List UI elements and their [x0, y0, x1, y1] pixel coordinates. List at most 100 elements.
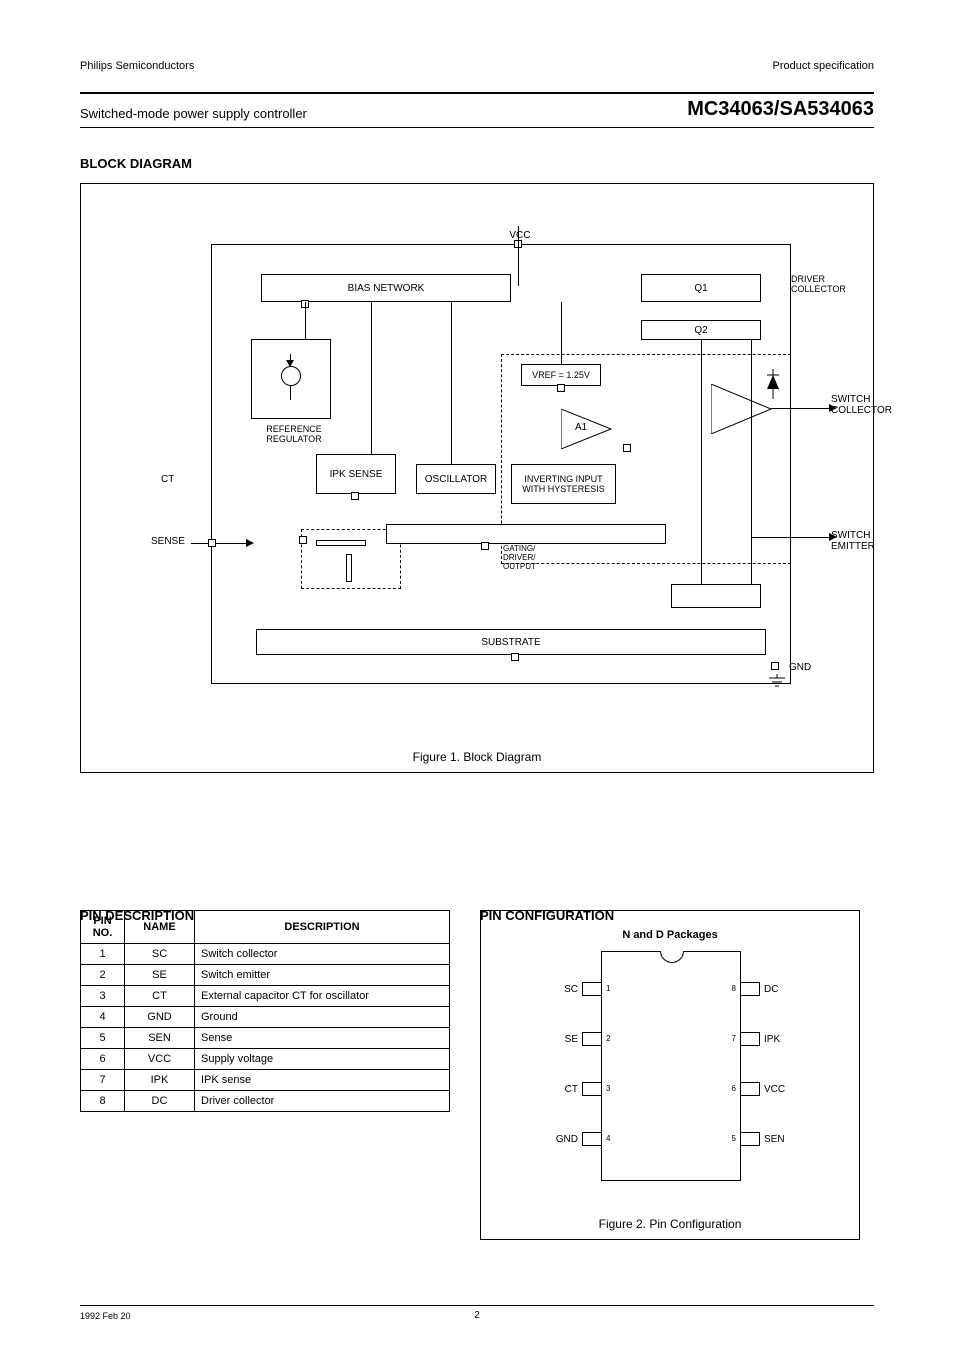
pin-num: 1 — [606, 984, 610, 993]
table-row: 8 DC Driver collector — [81, 1091, 450, 1112]
pin-num: 8 — [732, 984, 736, 993]
pin-substrate — [511, 653, 519, 661]
cell: Switch emitter — [195, 965, 450, 986]
footer-date: 1992 Feb 20 — [80, 1311, 131, 1321]
pin-leg-icon — [582, 1032, 602, 1046]
pin-leg-icon — [582, 1132, 602, 1146]
th-desc: DESCRIPTION — [195, 911, 450, 944]
table-row: 1 SC Switch collector — [81, 944, 450, 965]
pin-label-ct: CT — [161, 474, 174, 485]
pin-leg-icon — [740, 1032, 760, 1046]
block-q2: Q2 — [641, 320, 761, 340]
pin-name: GND — [538, 1134, 578, 1145]
block-bus — [386, 524, 666, 544]
table-row: 2 SE Switch emitter — [81, 965, 450, 986]
pin-label-sc: SWITCH COLLECTOR — [831, 394, 911, 416]
pin-num: 4 — [606, 1134, 610, 1143]
block-diagram-frame: VCC BIAS NETWORK Q1 Q2 REFERENCE REGULAT… — [80, 183, 874, 773]
footer-page: 2 — [0, 1310, 954, 1321]
pin-num: 2 — [606, 1034, 610, 1043]
pin-label-gnd: GND — [789, 662, 811, 673]
pin-label-dc: DRIVER COLLECTOR — [791, 274, 871, 294]
pin-label-se: SWITCH EMITTER — [831, 530, 911, 552]
cell: 2 — [81, 965, 125, 986]
pin-leg-icon — [740, 982, 760, 996]
pin-leg-icon — [740, 1082, 760, 1096]
part-number: MC34063/SA534063 — [687, 98, 874, 121]
figure1-caption: Figure 1. Block Diagram — [81, 750, 873, 764]
cell: 5 — [81, 1028, 125, 1049]
block-ipk: IPK SENSE — [316, 454, 396, 494]
table-row: 4 GND Ground — [81, 1007, 450, 1028]
table-header-row: PIN NO. NAME DESCRIPTION — [81, 911, 450, 944]
pin-name: IPK — [764, 1034, 804, 1045]
pin-name: SE — [538, 1034, 578, 1045]
cell: SEN — [125, 1028, 195, 1049]
block-bias: BIAS NETWORK — [261, 274, 511, 302]
cell: Supply voltage — [195, 1049, 450, 1070]
pin-name: DC — [764, 984, 804, 995]
cell: SC — [125, 944, 195, 965]
cell: 3 — [81, 986, 125, 1007]
pin-table: PIN NO. NAME DESCRIPTION 1 SC Switch col… — [80, 910, 450, 1112]
cell: 4 — [81, 1007, 125, 1028]
pin-name: CT — [538, 1084, 578, 1095]
label-refreg: REFERENCE REGULATOR — [249, 424, 339, 444]
table-row: 6 VCC Supply voltage — [81, 1049, 450, 1070]
label-gating: GATING/ DRIVER/ OUTPUT — [503, 544, 536, 571]
pin-num: 5 — [732, 1134, 736, 1143]
pin-num: 7 — [732, 1034, 736, 1043]
pin-leg-icon — [582, 1082, 602, 1096]
th-pin-no: PIN NO. — [81, 911, 125, 944]
cell: 7 — [81, 1070, 125, 1091]
block-lower-right — [671, 584, 761, 608]
pinout-frame: N and D Packages 1 2 3 4 8 7 6 5 SC SE C… — [480, 910, 860, 1240]
pin-num: 6 — [732, 1084, 736, 1093]
cell: External capacitor CT for oscillator — [195, 986, 450, 1007]
ground-icon — [767, 674, 787, 691]
diode-icon — [766, 369, 780, 402]
pin-num: 3 — [606, 1084, 610, 1093]
pin-ipk-node — [351, 492, 359, 500]
cell: GND — [125, 1007, 195, 1028]
pin-bus-node — [481, 542, 489, 550]
cell: CT — [125, 986, 195, 1007]
cell: VCC — [125, 1049, 195, 1070]
resistor-icon — [316, 540, 366, 546]
pin-gnd — [771, 662, 779, 670]
cell: Driver collector — [195, 1091, 450, 1112]
pin-leg-icon — [740, 1132, 760, 1146]
pin-name: SEN — [764, 1134, 804, 1145]
cell: Sense — [195, 1028, 450, 1049]
cell: 8 — [81, 1091, 125, 1112]
table-row: 3 CT External capacitor CT for oscillato… — [81, 986, 450, 1007]
block-ref-reg — [251, 339, 331, 419]
cell: IPK sense — [195, 1070, 450, 1091]
package-notch-icon — [660, 951, 684, 963]
th-name: NAME — [125, 911, 195, 944]
cell: 6 — [81, 1049, 125, 1070]
block-osc: OSCILLATOR — [416, 464, 496, 494]
pin-name: VCC — [764, 1084, 804, 1095]
pin-label-sense: SENSE — [151, 536, 185, 547]
cell: IPK — [125, 1070, 195, 1091]
pin-sense-node — [299, 536, 307, 544]
doc-title: Switched-mode power supply controller — [80, 106, 307, 121]
company-name: Philips Semiconductors — [80, 60, 194, 72]
table-row: 5 SEN Sense — [81, 1028, 450, 1049]
cell: Ground — [195, 1007, 450, 1028]
pin-name: SC — [538, 984, 578, 995]
cell: SE — [125, 965, 195, 986]
block-substrate: SUBSTRATE — [256, 629, 766, 655]
pinout-package-label: N and D Packages — [481, 929, 859, 941]
cell: 1 — [81, 944, 125, 965]
doc-type: Product specification — [773, 60, 875, 72]
block-q1: Q1 — [641, 274, 761, 302]
cell: Switch collector — [195, 944, 450, 965]
section-block-diagram: BLOCK DIAGRAM — [80, 156, 874, 171]
table-row: 7 IPK IPK sense — [81, 1070, 450, 1091]
figure2-caption: Figure 2. Pin Configuration — [481, 1217, 859, 1231]
package-outline: 1 2 3 4 8 7 6 5 SC SE CT GND DC IPK VCC … — [601, 951, 741, 1181]
cell: DC — [125, 1091, 195, 1112]
pin-leg-icon — [582, 982, 602, 996]
